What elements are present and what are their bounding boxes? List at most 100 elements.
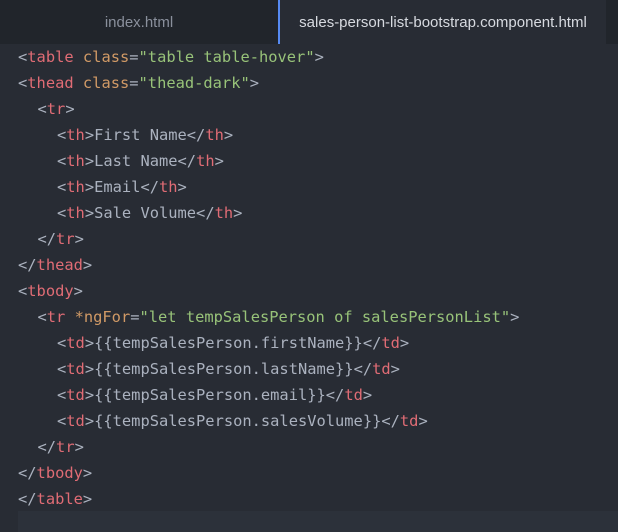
code-token: thead xyxy=(27,74,74,92)
code-token: td xyxy=(372,360,391,378)
code-token: </ xyxy=(37,230,57,248)
code-token: > xyxy=(390,360,400,378)
code-line: <tbody> xyxy=(0,278,618,304)
code-token: > xyxy=(84,412,95,430)
code-token: Last Name xyxy=(94,152,178,170)
code-token: = xyxy=(129,74,139,92)
code-line: </tr> xyxy=(0,434,618,460)
code-token: {{tempSalesPerson.lastName}} xyxy=(94,360,354,378)
code-token: Email xyxy=(94,178,141,196)
code-token: </ xyxy=(381,412,400,430)
code-token: th xyxy=(66,178,85,196)
code-line: <td>{{tempSalesPerson.email}}</td> xyxy=(0,382,618,408)
code-line: <th>First Name</th> xyxy=(0,122,618,148)
code-token: td xyxy=(66,386,85,404)
code-line: </thead> xyxy=(0,252,618,278)
code-token: > xyxy=(249,74,260,92)
code-token: > xyxy=(510,308,520,326)
code-token: {{tempSalesPerson.salesVolume}} xyxy=(94,412,382,430)
code-token: class xyxy=(82,74,130,92)
code-token: th xyxy=(66,152,85,170)
code-token: > xyxy=(84,204,95,222)
code-token: > xyxy=(82,464,93,482)
code-token: table xyxy=(27,48,74,66)
code-token: > xyxy=(418,412,428,430)
code-token: = xyxy=(129,48,139,66)
tab-index-html[interactable]: index.html xyxy=(0,0,278,44)
code-token: tbody xyxy=(36,464,83,482)
code-token: tbody xyxy=(27,282,74,300)
code-token: th xyxy=(205,126,224,144)
code-token: th xyxy=(66,204,85,222)
code-line: <table class="table table-hover"> xyxy=(0,44,618,70)
code-token: </ xyxy=(196,204,215,222)
code-token: > xyxy=(362,386,373,404)
tab-label: index.html xyxy=(104,13,174,31)
code-token: table xyxy=(36,490,83,508)
code-token: < xyxy=(57,178,67,196)
tab-bar: index.html sales-person-list-bootstrap.c… xyxy=(0,0,618,44)
code-line: <tr> xyxy=(0,96,618,122)
code-line: <th>Email</th> xyxy=(0,174,618,200)
code-token: > xyxy=(82,256,93,274)
code-token: < xyxy=(57,360,67,378)
code-token: th xyxy=(159,178,178,196)
code-token: td xyxy=(66,334,85,352)
code-line: <th>Last Name</th> xyxy=(0,148,618,174)
editor-bottom-strip xyxy=(18,511,618,532)
code-area[interactable]: <table class="table table-hover"> <thead … xyxy=(0,44,618,512)
code-token: {{tempSalesPerson.firstName}} xyxy=(94,334,363,352)
code-token: td xyxy=(381,334,400,352)
code-token: </ xyxy=(37,438,57,456)
code-line: <th>Sale Volume</th> xyxy=(0,200,618,226)
code-token: < xyxy=(57,334,67,352)
code-token: < xyxy=(57,386,67,404)
tab-label: sales-person-list-bootstrap.component.ht… xyxy=(299,13,587,31)
code-token: > xyxy=(84,386,95,404)
code-token: "thead-dark" xyxy=(138,74,250,92)
code-token: td xyxy=(344,386,363,404)
code-line: </table> xyxy=(0,486,618,512)
code-token: tr xyxy=(46,308,66,326)
code-token: "let tempSalesPerson of salesPersonList" xyxy=(139,308,511,326)
code-token: </ xyxy=(353,360,373,378)
tab-bar-filler xyxy=(606,0,618,44)
code-token: td xyxy=(399,412,419,430)
code-token: < xyxy=(57,412,67,430)
code-token: tr xyxy=(56,438,75,456)
code-line: <td>{{tempSalesPerson.salesVolume}}</td> xyxy=(0,408,618,434)
code-token: > xyxy=(74,230,84,248)
code-token: > xyxy=(399,334,410,352)
code-token: th xyxy=(66,126,85,144)
code-token: > xyxy=(84,178,95,196)
code-token: td xyxy=(66,360,85,378)
code-line: </tr> xyxy=(0,226,618,252)
code-token: < xyxy=(37,308,47,326)
code-token: td xyxy=(66,412,85,430)
code-token: > xyxy=(314,48,324,66)
code-token: < xyxy=(57,204,67,222)
code-token: </ xyxy=(18,490,37,508)
code-line: </tbody> xyxy=(0,460,618,486)
code-token: </ xyxy=(325,386,345,404)
code-token: </ xyxy=(140,178,159,196)
tab-sales-person-list-bootstrap[interactable]: sales-person-list-bootstrap.component.ht… xyxy=(278,0,606,44)
code-token: > xyxy=(84,360,95,378)
code-token: th xyxy=(196,152,215,170)
code-token: tr xyxy=(46,100,66,118)
code-token: > xyxy=(177,178,187,196)
code-token: > xyxy=(65,100,75,118)
code-token: < xyxy=(18,282,28,300)
code-token: th xyxy=(214,204,234,222)
code-token: Sale Volume xyxy=(94,204,197,222)
code-token: < xyxy=(57,152,67,170)
code-token: > xyxy=(233,204,243,222)
code-token: </ xyxy=(362,334,382,352)
code-token: {{tempSalesPerson.email}} xyxy=(94,386,326,404)
code-token: < xyxy=(18,74,28,92)
code-token: > xyxy=(214,152,224,170)
code-token: > xyxy=(74,438,84,456)
